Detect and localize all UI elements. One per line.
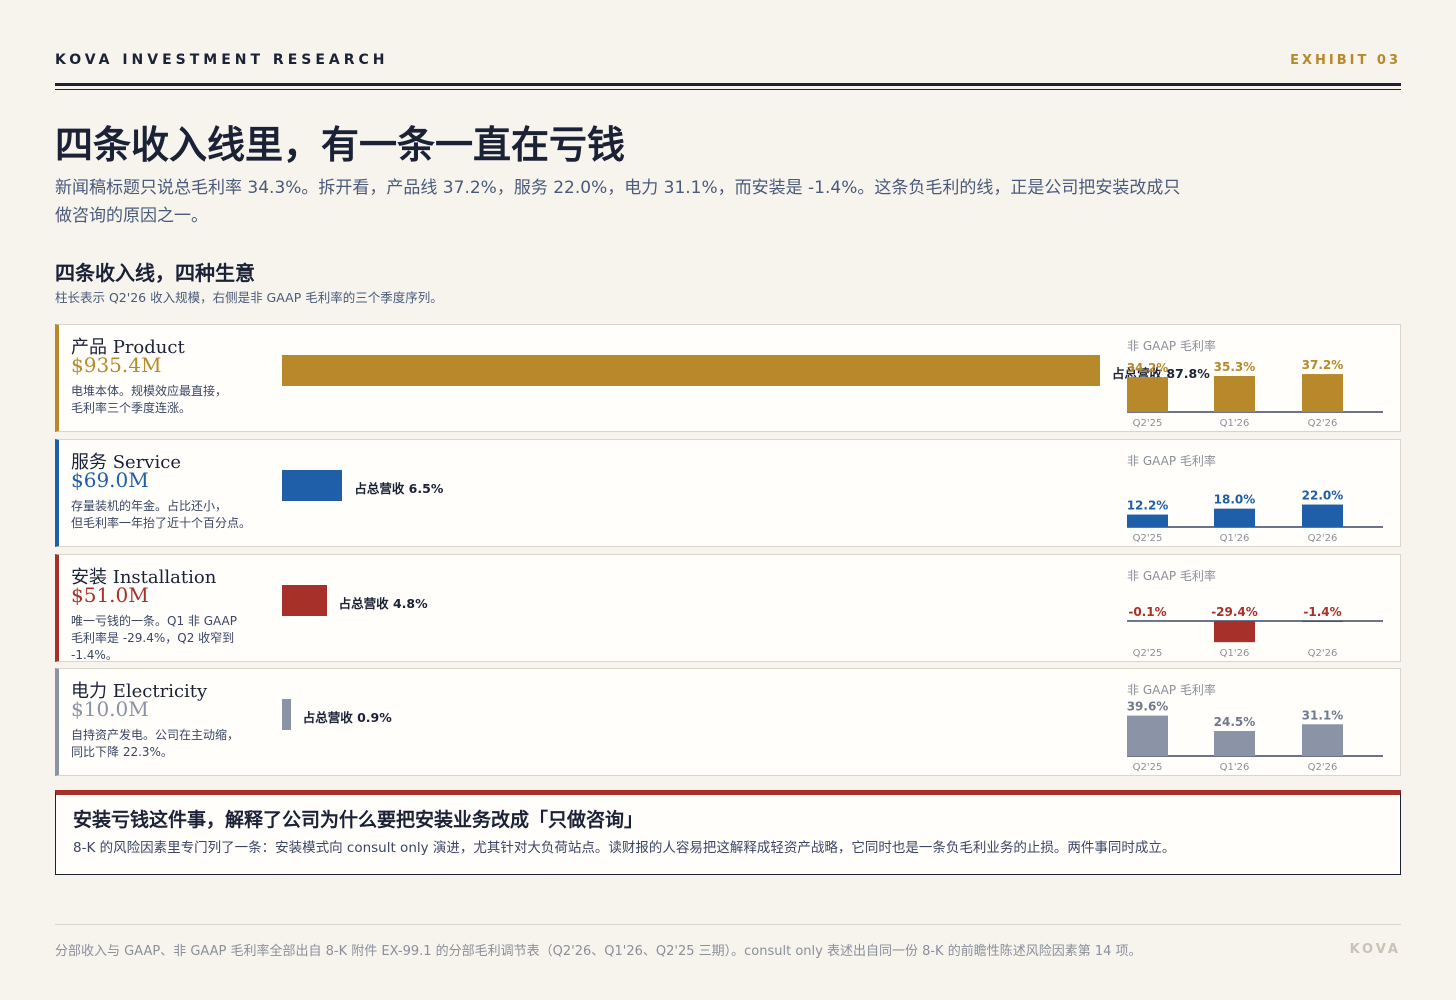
segment-revenue: $935.4M bbox=[71, 353, 162, 377]
description-line: 自持资产发电。公司在主动缩， bbox=[71, 728, 240, 742]
lede-text: 新闻稿标题只说总毛利率 34.3%。拆开看，产品线 37.2%，服务 22.0%… bbox=[55, 178, 1181, 226]
margin-value-label: 22.0% bbox=[1302, 489, 1344, 503]
segment-revenue: $51.0M bbox=[71, 583, 149, 607]
margin-svg: 39.6% Q2'25 24.5% Q1'26 31.1% Q2'26 bbox=[1127, 700, 1383, 773]
section-subtitle: 柱长表示 Q2'26 收入规模，右侧是非 GAAP 毛利率的三个季度序列。 bbox=[55, 290, 443, 305]
margin-svg: 34.2% Q2'25 35.3% Q1'26 37.2% Q2'26 bbox=[1127, 358, 1383, 429]
page-title: 四条收入线里，有一条一直在亏钱 bbox=[55, 122, 626, 167]
margin-svg: 12.2% Q2'25 18.0% Q1'26 22.0% Q2'26 bbox=[1127, 489, 1383, 544]
margin-bar bbox=[1302, 621, 1343, 623]
revenue-share-label: 占总营收 0.9% bbox=[302, 710, 392, 725]
exhibit-label: EXHIBIT 03 bbox=[1290, 53, 1401, 68]
segment-row: 服务 Service $69.0M 存量装机的年金。占比还小， 但毛利率一年抬了近十个… bbox=[55, 439, 1401, 547]
segment-row: 产品 Product $935.4M 电堆本体。规模效应最直接， 毛利率三个季度连涨。… bbox=[55, 324, 1401, 432]
quarter-tick-label: Q2'26 bbox=[1308, 762, 1338, 773]
margin-mini-chart: 非 GAAP 毛利率 39.6% Q2'25 24.5% Q1'26 31.1% Q2'26 bbox=[1127, 673, 1389, 773]
quarter-tick-label: Q1'26 bbox=[1220, 418, 1250, 429]
callout-body: 8-K 的风险因素里专门列了一条：安装模式向 consult only 演进，尤… bbox=[73, 840, 1176, 856]
quarter-tick-label: Q1'26 bbox=[1220, 648, 1250, 659]
section-title: 四条收入线，四种生意 bbox=[55, 261, 255, 285]
margin-svg: -0.1% Q2'25 -29.4% Q1'26 -1.4% Q2'26 bbox=[1127, 605, 1383, 659]
margin-bar bbox=[1127, 377, 1168, 412]
quarter-tick-label: Q2'25 bbox=[1133, 418, 1163, 429]
revenue-share-label: 占总营收 4.8% bbox=[338, 596, 428, 611]
margin-bar bbox=[1127, 514, 1168, 527]
segment-description: 电堆本体。规模效应最直接， 毛利率三个季度连涨。 bbox=[71, 383, 271, 417]
revenue-bar bbox=[282, 585, 327, 616]
margin-value-label: 39.6% bbox=[1127, 700, 1168, 714]
margin-bar bbox=[1302, 724, 1343, 756]
brand-name: KOVA INVESTMENT RESEARCH bbox=[55, 52, 389, 68]
margin-bar bbox=[1127, 621, 1168, 622]
margin-bar bbox=[1302, 504, 1343, 527]
quarter-tick-label: Q2'26 bbox=[1308, 648, 1338, 659]
quarter-tick-label: Q1'26 bbox=[1220, 533, 1250, 544]
callout-title: 安装亏钱这件事，解释了公司为什么要把安装业务改成「只做咨询」 bbox=[73, 809, 644, 831]
quarter-tick-label: Q2'25 bbox=[1133, 762, 1163, 773]
margin-bar bbox=[1214, 731, 1255, 756]
margin-mini-chart: 非 GAAP 毛利率 34.2% Q2'25 35.3% Q1'26 37.2% Q2'26 bbox=[1127, 329, 1389, 429]
description-line: 但毛利率一年抬了近十个百分点。 bbox=[71, 516, 252, 530]
quarter-tick-label: Q1'26 bbox=[1220, 762, 1250, 773]
description-line: 毛利率三个季度连涨。 bbox=[71, 401, 192, 415]
quarter-tick-label: Q2'26 bbox=[1308, 533, 1338, 544]
margin-mini-chart: 非 GAAP 毛利率 12.2% Q2'25 18.0% Q1'26 22.0% Q2'26 bbox=[1127, 444, 1389, 544]
callout-box: 安装亏钱这件事，解释了公司为什么要把安装业务改成「只做咨询」 8-K 的风险因素… bbox=[55, 790, 1401, 875]
margin-bar bbox=[1127, 715, 1168, 756]
margin-bar bbox=[1214, 508, 1255, 527]
quarter-tick-label: Q2'25 bbox=[1133, 648, 1163, 659]
segment-revenue: $10.0M bbox=[71, 697, 149, 721]
description-line: 唯一亏钱的一条。Q1 非 GAAP bbox=[71, 614, 237, 628]
margin-value-label: -1.4% bbox=[1303, 605, 1341, 619]
margin-value-label: 24.5% bbox=[1214, 715, 1256, 729]
margin-value-label: 35.3% bbox=[1214, 360, 1256, 374]
margin-value-label: 31.1% bbox=[1302, 708, 1344, 722]
revenue-bar bbox=[282, 699, 291, 730]
segment-row: 安装 Installation $51.0M 唯一亏钱的一条。Q1 非 GAAP 毛利… bbox=[55, 554, 1401, 662]
segment-description: 唯一亏钱的一条。Q1 非 GAAP 毛利率是 -29.4%，Q2 收窄到 -1.4… bbox=[71, 613, 271, 664]
description-line: 毛利率是 -29.4%，Q2 收窄到 -1.4%。 bbox=[71, 631, 235, 662]
description-line: 同比下降 22.3%。 bbox=[71, 745, 173, 759]
footnote: 分部收入与 GAAP、非 GAAP 毛利率全部出自 8-K 附件 EX-99.1… bbox=[55, 944, 1142, 959]
margin-bar bbox=[1302, 374, 1343, 412]
segment-revenue: $69.0M bbox=[71, 468, 149, 492]
revenue-bar bbox=[282, 355, 1100, 386]
segment-description: 存量装机的年金。占比还小， 但毛利率一年抬了近十个百分点。 bbox=[71, 498, 271, 532]
margin-value-label: 34.2% bbox=[1127, 361, 1168, 375]
header-bar: KOVA INVESTMENT RESEARCH EXHIBIT 03 bbox=[55, 50, 1401, 90]
revenue-share-label: 占总营收 6.5% bbox=[354, 481, 444, 496]
revenue-bar bbox=[282, 470, 343, 501]
description-line: 电堆本体。规模效应最直接， bbox=[71, 384, 228, 398]
segment-description: 自持资产发电。公司在主动缩， 同比下降 22.3%。 bbox=[71, 727, 271, 761]
margin-bar bbox=[1214, 375, 1255, 412]
footer-brand: KOVA bbox=[1349, 942, 1401, 957]
description-line: 存量装机的年金。占比还小， bbox=[71, 499, 228, 513]
margin-value-label: 12.2% bbox=[1127, 499, 1168, 513]
segment-row: 电力 Electricity $10.0M 自持资产发电。公司在主动缩， 同比下降 2… bbox=[55, 668, 1401, 776]
quarter-tick-label: Q2'26 bbox=[1308, 418, 1338, 429]
margin-value-label: -0.1% bbox=[1128, 605, 1166, 619]
margin-value-label: 18.0% bbox=[1214, 493, 1256, 507]
quarter-tick-label: Q2'25 bbox=[1133, 533, 1163, 544]
margin-value-label: -29.4% bbox=[1211, 605, 1258, 619]
margin-mini-chart: 非 GAAP 毛利率 -0.1% Q2'25 -29.4% Q1'26 -1.4% Q2'2… bbox=[1127, 559, 1389, 659]
margin-value-label: 37.2% bbox=[1302, 358, 1344, 372]
footer-divider bbox=[55, 924, 1401, 925]
margin-bar bbox=[1214, 621, 1255, 643]
